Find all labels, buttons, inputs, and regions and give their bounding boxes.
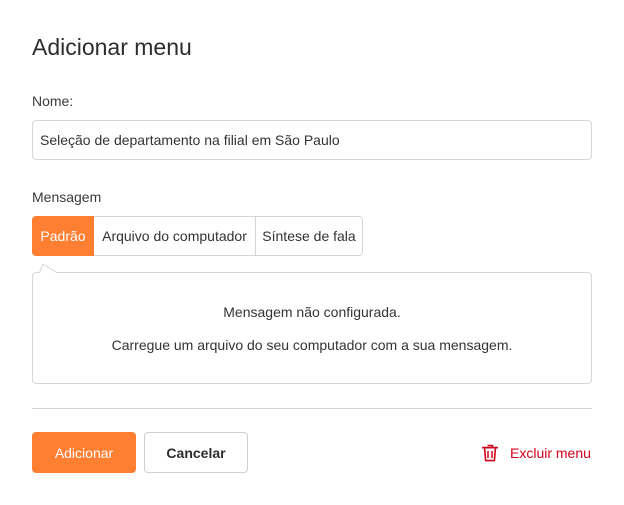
- cancel-button[interactable]: Cancelar: [144, 432, 248, 473]
- add-button[interactable]: Adicionar: [32, 432, 136, 473]
- name-input[interactable]: [32, 120, 592, 160]
- trash-icon: [482, 444, 498, 462]
- tab-computer-file[interactable]: Arquivo do computador: [93, 216, 256, 256]
- message-source-tabs: Padrão Arquivo do computador Síntese de …: [32, 216, 363, 256]
- dialog-title: Adicionar menu: [32, 34, 192, 60]
- name-label: Nome:: [32, 93, 74, 109]
- delete-menu-link[interactable]: Excluir menu: [482, 443, 591, 463]
- message-panel: Mensagem não configurada. Carregue um ar…: [32, 264, 592, 384]
- divider: [32, 408, 592, 409]
- panel-help-text: Carregue um arquivo do seu computador co…: [111, 337, 513, 353]
- panel-status-text: Mensagem não configurada.: [223, 304, 401, 320]
- message-label: Mensagem: [32, 189, 102, 205]
- delete-menu-label: Excluir menu: [510, 445, 591, 461]
- tab-default[interactable]: Padrão: [32, 216, 94, 256]
- tab-speech-synthesis[interactable]: Síntese de fala: [255, 216, 363, 256]
